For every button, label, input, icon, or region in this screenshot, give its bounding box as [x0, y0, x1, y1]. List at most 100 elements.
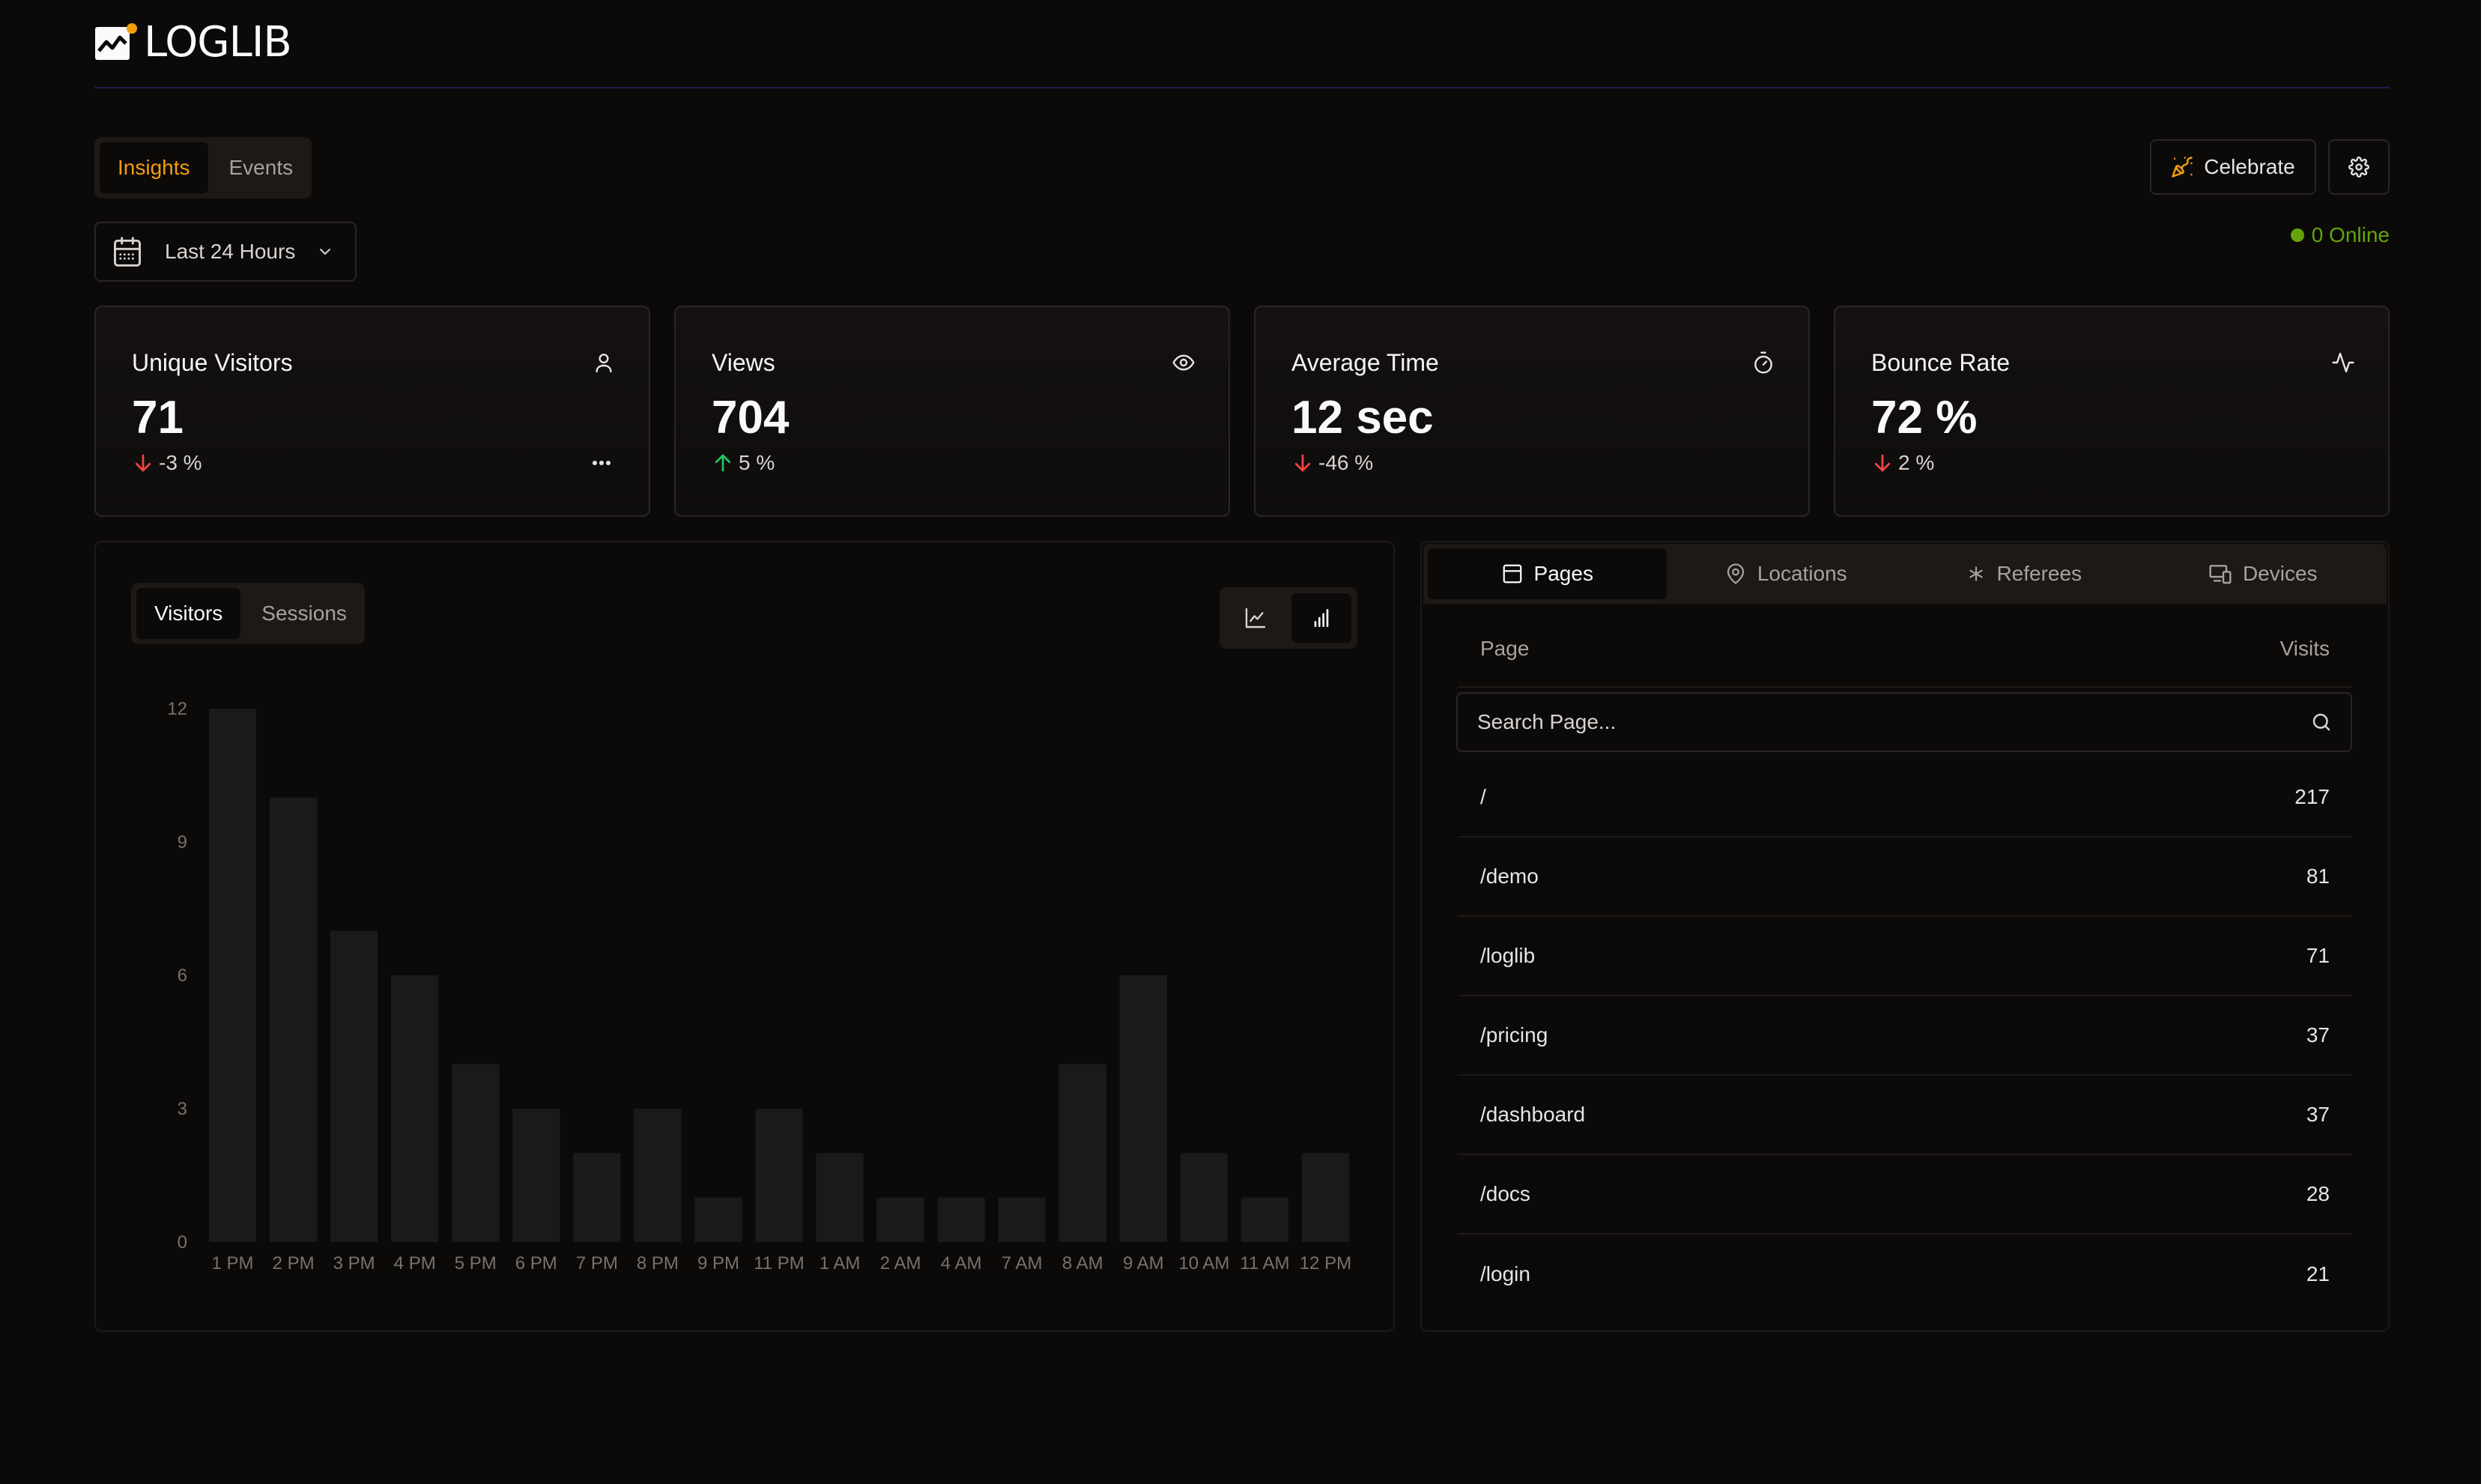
main-tabs: Insights Events	[94, 137, 312, 199]
user-icon	[596, 354, 612, 373]
chart-bar[interactable]	[876, 1197, 924, 1242]
stat-change-value: 5 %	[739, 451, 775, 474]
chart-bar[interactable]	[634, 1109, 682, 1242]
chart-bar[interactable]	[1180, 1153, 1228, 1242]
table-row[interactable]: /pricing 37	[1458, 996, 2352, 1076]
browser-window-icon	[1503, 564, 1521, 584]
stat-change-value: 2 %	[1898, 451, 1935, 474]
chart-bar[interactable]	[1058, 1064, 1106, 1242]
stat-change: 5 %	[712, 451, 775, 475]
table-header-divider	[1458, 686, 2352, 688]
header-divider	[94, 87, 2390, 88]
tab-devices-label: Devices	[2242, 562, 2318, 585]
tab-devices[interactable]: Devices	[2144, 548, 2383, 599]
y-tick-label: 0	[178, 1232, 187, 1253]
table-row[interactable]: /loglib 71	[1458, 917, 2352, 996]
devices-icon	[2209, 565, 2232, 584]
chart-bar[interactable]	[1119, 975, 1167, 1242]
x-tick-label: 7 PM	[576, 1253, 618, 1273]
arrow-down-icon	[1874, 454, 1891, 472]
settings-button[interactable]	[2328, 139, 2390, 195]
arrow-down-icon	[1294, 454, 1311, 472]
x-tick-label: 8 PM	[637, 1253, 679, 1273]
x-tick-label: 7 AM	[1002, 1253, 1043, 1273]
stat-title: Views	[712, 349, 775, 376]
date-range-select[interactable]: Last 24 Hours	[94, 222, 357, 282]
stat-card-bounce-rate: Bounce Rate 72 % 2 %	[1834, 306, 2390, 517]
asterisk-icon	[1969, 566, 1984, 581]
page-visits: 217	[2294, 785, 2330, 808]
x-tick-label: 4 PM	[394, 1253, 436, 1273]
logo-mark-icon	[95, 23, 137, 60]
brand-logo[interactable]: LOGLIB	[94, 18, 292, 67]
tab-pages-label: Pages	[1533, 562, 1593, 585]
tab-pages[interactable]: Pages	[1428, 548, 1667, 599]
tab-referees[interactable]: Referees	[1905, 548, 2144, 599]
chart-bar[interactable]	[755, 1109, 803, 1242]
x-tick-label: 3 PM	[333, 1253, 375, 1273]
page-path: /demo	[1480, 864, 1539, 888]
celebrate-label: Celebrate	[2204, 155, 2295, 178]
search-input[interactable]	[1476, 709, 2310, 735]
search-page-field	[1456, 692, 2352, 752]
x-tick-label: 4 AM	[941, 1253, 982, 1273]
chart-bar[interactable]	[452, 1064, 500, 1242]
page-path: /	[1480, 785, 1486, 808]
x-tick-label: 12 PM	[1300, 1253, 1351, 1273]
chart-bar[interactable]	[512, 1109, 560, 1242]
x-tick-label: 9 PM	[697, 1253, 739, 1273]
tab-events[interactable]: Events	[211, 142, 312, 193]
x-tick-label: 1 AM	[820, 1253, 861, 1273]
activity-icon	[2332, 352, 2354, 373]
bar-chart-icon	[1314, 609, 1329, 627]
chart-bar[interactable]	[1301, 1153, 1350, 1242]
page-visits: 37	[2306, 1023, 2330, 1047]
tab-locations-label: Locations	[1757, 562, 1847, 585]
y-tick-label: 9	[178, 832, 187, 852]
pages-tabs: Pages Locations Referees Devices	[1423, 544, 2387, 604]
tab-insights[interactable]: Insights	[100, 142, 208, 193]
chart-bar[interactable]	[208, 709, 257, 1242]
chart-bar[interactable]	[694, 1197, 742, 1242]
tab-sessions[interactable]: Sessions	[243, 588, 365, 639]
y-tick-label: 3	[178, 1099, 187, 1119]
visitors-bar-chart: 0 3 6 9 12 1 PM 2 PM 3 PM 4 PM 5 PM 6 PM 7 PM 8 PM 9 …	[167, 699, 1351, 1273]
page-visits: 28	[2306, 1182, 2330, 1205]
x-tick-label: 10 AM	[1178, 1253, 1229, 1273]
chart-bar[interactable]	[1240, 1197, 1289, 1242]
table-row[interactable]: /dashboard 37	[1458, 1076, 2352, 1155]
page-visits: 21	[2306, 1262, 2330, 1285]
column-header-page: Page	[1480, 637, 1530, 660]
online-label: 0 Online	[2311, 223, 2390, 246]
stat-value: 72 %	[1871, 392, 1978, 443]
celebrate-button[interactable]: Celebrate	[2150, 139, 2316, 195]
bar-chart-button[interactable]	[1291, 593, 1351, 643]
chart-tabs: Visitors Sessions	[131, 583, 365, 644]
chart-bar[interactable]	[269, 797, 318, 1242]
stat-change-value: -46 %	[1318, 451, 1374, 474]
stat-change: -46 %	[1291, 451, 1373, 475]
tab-locations[interactable]: Locations	[1667, 548, 1906, 599]
table-row[interactable]: /docs 28	[1458, 1155, 2352, 1235]
date-range-label: Last 24 Hours	[165, 240, 296, 263]
table-row[interactable]: /login 21	[1458, 1235, 2352, 1314]
chart-bar[interactable]	[816, 1153, 864, 1242]
chart-bar[interactable]	[573, 1153, 621, 1242]
column-header-visits: Visits	[2279, 637, 2330, 660]
stat-change: 2 %	[1871, 451, 1934, 475]
more-horizontal-icon[interactable]	[590, 455, 613, 470]
timer-icon	[1754, 351, 1772, 374]
line-chart-button[interactable]	[1226, 593, 1285, 643]
tab-visitors[interactable]: Visitors	[136, 588, 241, 639]
party-popper-icon	[2172, 157, 2193, 178]
table-row[interactable]: /demo 81	[1458, 838, 2352, 917]
calendar-icon	[114, 237, 141, 267]
chart-bar[interactable]	[330, 930, 378, 1242]
chart-bar[interactable]	[391, 975, 439, 1242]
table-row[interactable]: / 217	[1458, 758, 2352, 838]
page-path: /login	[1480, 1262, 1530, 1285]
chart-bar[interactable]	[937, 1197, 985, 1242]
x-tick-label: 9 AM	[1123, 1253, 1164, 1273]
chart-bar[interactable]	[998, 1197, 1046, 1242]
x-tick-label: 11 AM	[1240, 1253, 1289, 1273]
